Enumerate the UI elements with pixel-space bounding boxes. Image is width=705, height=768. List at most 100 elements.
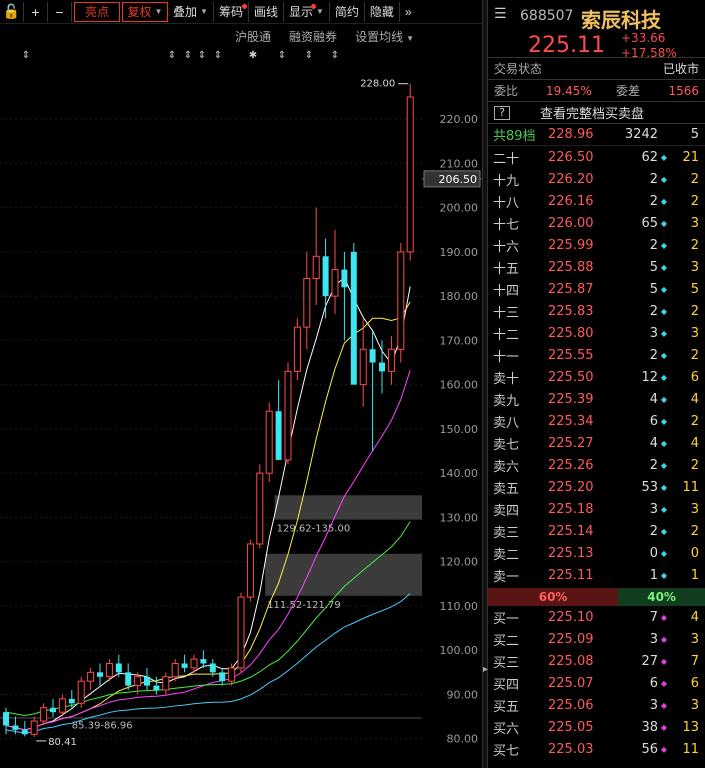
candle-body: [322, 256, 329, 297]
candle-body: [406, 96, 414, 253]
sell-row[interactable]: 十六 225.99 2 ◆ 2: [488, 234, 705, 256]
sell-row[interactable]: 十四 225.87 5 ◆ 5: [488, 278, 705, 300]
order-count: 11: [682, 479, 699, 495]
menu-icon[interactable]: ☰: [494, 6, 507, 22]
hide-label: 隐藏: [369, 5, 394, 19]
order-volume: 2: [649, 347, 658, 363]
adjust-button[interactable]: 复权 ▼: [122, 1, 168, 22]
order-count: 0: [690, 545, 699, 561]
overlay-button[interactable]: 叠加 ▼: [168, 1, 214, 22]
level-label: 十三: [493, 305, 520, 321]
order-volume: 53: [641, 479, 658, 495]
sell-row[interactable]: 十九 226.20 2 ◆ 2: [488, 168, 705, 190]
sell-row[interactable]: 十五 225.88 5 ◆ 3: [488, 256, 705, 278]
sell-row[interactable]: 卖一 225.11 1 ◆ 1: [488, 564, 705, 586]
order-count: 5: [690, 281, 699, 297]
buy-row[interactable]: 买四 225.07 6 ◆ 6: [488, 672, 705, 694]
candle-body: [105, 662, 113, 678]
order-count: 4: [690, 435, 699, 451]
order-price: 225.88: [548, 259, 594, 275]
candle-body: [97, 672, 103, 677]
zoom-in-button[interactable]: +: [24, 1, 48, 22]
order-count: 3: [690, 631, 699, 647]
zoom-out-button[interactable]: −: [48, 1, 72, 22]
order-price: 226.50: [548, 149, 594, 165]
candle-body: [21, 729, 28, 735]
kline-chart[interactable]: 80.00 90.00 100.00 110.00 120.00 130.00 140.00…: [0, 24, 482, 768]
buy-row[interactable]: 买一 225.10 7 ◆ 4: [488, 606, 705, 628]
candle-body: [256, 472, 264, 545]
change-amount: +33.66: [621, 31, 666, 45]
candle-body: [144, 676, 150, 686]
simple-label: 简约: [334, 5, 359, 19]
order-price: 225.18: [548, 501, 594, 517]
hide-button[interactable]: 隐藏: [365, 1, 400, 22]
sell-row[interactable]: 卖五 225.20 53 ◆ 11: [488, 476, 705, 498]
sell-row[interactable]: 卖二 225.13 0 ◆ 0: [488, 542, 705, 564]
buy-row[interactable]: 买五 225.06 3 ◆ 3: [488, 694, 705, 716]
candle-body: [219, 672, 226, 682]
buy-row[interactable]: 买二 225.09 3 ◆ 3: [488, 628, 705, 650]
collapse-icon[interactable]: ▸: [483, 664, 488, 684]
chips-label: 筹码: [218, 5, 243, 19]
candle-body: [200, 659, 207, 664]
notification-dot: [310, 3, 316, 9]
y-tick-label: 160.00: [440, 379, 479, 392]
order-count: 2: [690, 171, 699, 187]
order-price: 225.20: [548, 479, 594, 495]
candle-body: [77, 680, 85, 704]
buy-row[interactable]: 买七 225.03 56 ◆ 11: [488, 738, 705, 760]
cursor-price-label: 206.50: [439, 173, 478, 186]
weichai-value: 1566: [668, 83, 699, 98]
order-price: 225.87: [548, 281, 594, 297]
order-marker: ◆: [660, 744, 668, 754]
sell-row[interactable]: 十七 226.00 65 ◆ 3: [488, 212, 705, 234]
sell-row[interactable]: 卖三 225.14 2 ◆ 2: [488, 520, 705, 542]
display-button[interactable]: 显示 ▼: [284, 1, 330, 22]
change-percent: +17.58%: [621, 46, 677, 60]
sell-row[interactable]: 卖八 225.34 6 ◆ 2: [488, 410, 705, 432]
y-tick-label: 220.00: [440, 113, 479, 126]
total-count: 5: [690, 127, 699, 142]
level-label: 卖三: [493, 525, 520, 541]
candle-body: [134, 676, 142, 687]
order-marker: ◆: [660, 656, 668, 666]
ma-setting-label: 设置均线: [355, 30, 404, 44]
buy-row[interactable]: 买六 225.05 38 ◆ 13: [488, 716, 705, 738]
event-marker-icon: ⇕: [184, 50, 192, 61]
y-tick-label: 140.00: [440, 467, 479, 480]
simple-button[interactable]: 简约: [330, 1, 365, 22]
order-volume: 6: [649, 413, 658, 429]
candle-body: [209, 663, 216, 673]
sell-row[interactable]: 卖十 225.50 12 ◆ 6: [488, 366, 705, 388]
sell-row[interactable]: 卖四 225.18 3 ◆ 3: [488, 498, 705, 520]
lock-icon[interactable]: 🔓: [0, 1, 24, 22]
hgt-label[interactable]: 沪股通: [235, 28, 271, 45]
event-marker-icon: ⇕: [168, 50, 176, 61]
adjust-label: 复权: [127, 5, 152, 19]
candle-body: [68, 698, 75, 704]
more-button[interactable]: »: [400, 2, 417, 22]
sell-row[interactable]: 十八 226.16 2 ◆ 2: [488, 190, 705, 212]
order-count: 2: [690, 193, 699, 209]
sell-row[interactable]: 二十 226.50 62 ◆ 21: [488, 146, 705, 168]
order-marker: ◆: [660, 394, 668, 404]
highlight-button[interactable]: 亮点: [74, 1, 120, 22]
chips-button[interactable]: 筹码: [214, 1, 249, 22]
sell-row[interactable]: 十二 225.80 3 ◆ 3: [488, 322, 705, 344]
sell-row[interactable]: 十三 225.83 2 ◆ 2: [488, 300, 705, 322]
buy-row[interactable]: 买三 225.08 27 ◆ 7: [488, 650, 705, 672]
full-book-button[interactable]: ? 查看完整档买卖盘: [488, 102, 705, 124]
candle-body: [30, 720, 38, 735]
draw-button[interactable]: 画线: [249, 1, 284, 22]
sell-ratio: 60%: [488, 588, 619, 606]
level-label: 十九: [493, 173, 520, 189]
order-price: 225.06: [548, 697, 594, 713]
sell-row[interactable]: 十一 225.55 2 ◆ 2: [488, 344, 705, 366]
sell-row[interactable]: 卖六 225.26 2 ◆ 2: [488, 454, 705, 476]
margin-label[interactable]: 融资融券: [289, 28, 337, 45]
sell-row[interactable]: 卖九 225.39 4 ◆ 4: [488, 388, 705, 410]
sell-row[interactable]: 卖七 225.27 4 ◆ 4: [488, 432, 705, 454]
ma-setting-button[interactable]: 设置均线 ▼: [355, 28, 414, 45]
quote-panel: ☰ 688507 索辰科技 225.11 +33.66 +17.58% 交易状态…: [488, 0, 705, 768]
